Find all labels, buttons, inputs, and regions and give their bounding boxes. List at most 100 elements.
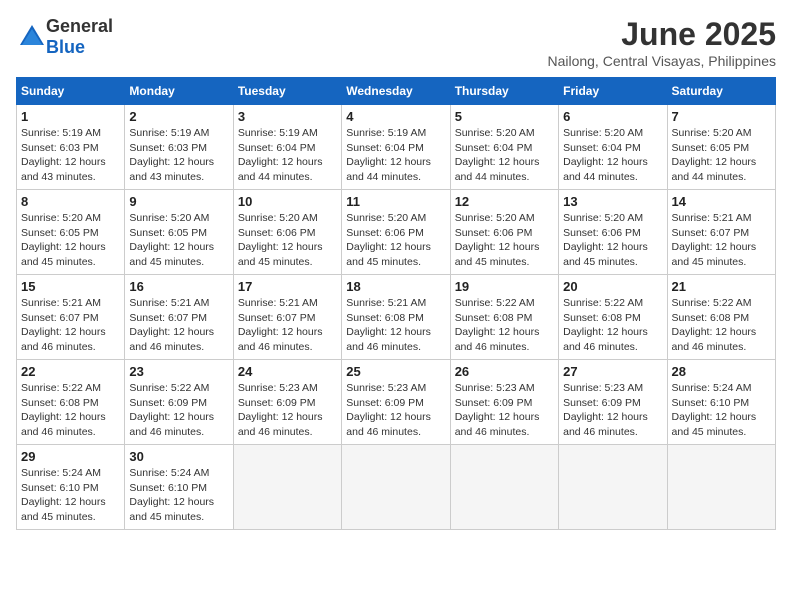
calendar-cell: 4 Sunrise: 5:19 AM Sunset: 6:04 PM Daylig… <box>342 105 450 190</box>
day-info: Sunrise: 5:21 AM Sunset: 6:07 PM Dayligh… <box>672 211 771 270</box>
day-number: 7 <box>672 109 771 124</box>
day-info: Sunrise: 5:22 AM Sunset: 6:08 PM Dayligh… <box>455 296 554 355</box>
day-info: Sunrise: 5:23 AM Sunset: 6:09 PM Dayligh… <box>346 381 445 440</box>
calendar-cell <box>450 445 558 530</box>
calendar-cell: 15Sunrise: 5:21 AM Sunset: 6:07 PM Dayli… <box>17 275 125 360</box>
logo-text: General Blue <box>46 16 113 58</box>
week-row-3: 15Sunrise: 5:21 AM Sunset: 6:07 PM Dayli… <box>17 275 776 360</box>
calendar-cell: 21 Sunrise: 5:22 AM Sunset: 6:08 PM Dayli… <box>667 275 775 360</box>
day-info: Sunrise: 5:20 AM Sunset: 6:04 PM Dayligh… <box>563 126 662 185</box>
day-number: 25 <box>346 364 445 379</box>
day-info: Sunrise: 5:19 AM Sunset: 6:04 PM Dayligh… <box>346 126 445 185</box>
day-number: 12 <box>455 194 554 209</box>
day-info: Sunrise: 5:20 AM Sunset: 6:06 PM Dayligh… <box>346 211 445 270</box>
calendar-cell <box>233 445 341 530</box>
day-info: Sunrise: 5:23 AM Sunset: 6:09 PM Dayligh… <box>455 381 554 440</box>
title-area: June 2025 Nailong, Central Visayas, Phil… <box>547 16 776 69</box>
day-number: 19 <box>455 279 554 294</box>
day-number: 28 <box>672 364 771 379</box>
day-number: 16 <box>129 279 228 294</box>
day-number: 22 <box>21 364 120 379</box>
day-info: Sunrise: 5:20 AM Sunset: 6:06 PM Dayligh… <box>455 211 554 270</box>
calendar-cell: 17 Sunrise: 5:21 AM Sunset: 6:07 PM Dayli… <box>233 275 341 360</box>
calendar-cell: 29 Sunrise: 5:24 AM Sunset: 6:10 PM Dayli… <box>17 445 125 530</box>
day-info: Sunrise: 5:22 AM Sunset: 6:09 PM Dayligh… <box>129 381 228 440</box>
calendar-cell: 19 Sunrise: 5:22 AM Sunset: 6:08 PM Dayli… <box>450 275 558 360</box>
calendar-cell: 7 Sunrise: 5:20 AM Sunset: 6:05 PM Daylig… <box>667 105 775 190</box>
day-info: Sunrise: 5:23 AM Sunset: 6:09 PM Dayligh… <box>563 381 662 440</box>
day-info: Sunrise: 5:19 AM Sunset: 6:03 PM Dayligh… <box>21 126 120 185</box>
header-saturday: Saturday <box>667 78 775 105</box>
calendar-cell: 30Sunrise: 5:24 AM Sunset: 6:10 PM Dayli… <box>125 445 233 530</box>
header-monday: Monday <box>125 78 233 105</box>
logo-icon <box>18 23 46 51</box>
day-info: Sunrise: 5:19 AM Sunset: 6:03 PM Dayligh… <box>129 126 228 185</box>
calendar-cell: 23 Sunrise: 5:22 AM Sunset: 6:09 PM Dayli… <box>125 360 233 445</box>
calendar-cell <box>342 445 450 530</box>
calendar-cell: 5 Sunrise: 5:20 AM Sunset: 6:04 PM Daylig… <box>450 105 558 190</box>
calendar-cell: 11 Sunrise: 5:20 AM Sunset: 6:06 PM Dayli… <box>342 190 450 275</box>
day-number: 3 <box>238 109 337 124</box>
calendar-cell: 16 Sunrise: 5:21 AM Sunset: 6:07 PM Dayli… <box>125 275 233 360</box>
day-info: Sunrise: 5:20 AM Sunset: 6:05 PM Dayligh… <box>672 126 771 185</box>
day-info: Sunrise: 5:21 AM Sunset: 6:07 PM Dayligh… <box>238 296 337 355</box>
day-number: 21 <box>672 279 771 294</box>
calendar-cell: 20Sunrise: 5:22 AM Sunset: 6:08 PM Dayli… <box>559 275 667 360</box>
day-number: 24 <box>238 364 337 379</box>
day-number: 14 <box>672 194 771 209</box>
calendar-cell: 3 Sunrise: 5:19 AM Sunset: 6:04 PM Daylig… <box>233 105 341 190</box>
header-wednesday: Wednesday <box>342 78 450 105</box>
day-number: 5 <box>455 109 554 124</box>
day-number: 30 <box>129 449 228 464</box>
day-info: Sunrise: 5:20 AM Sunset: 6:05 PM Dayligh… <box>129 211 228 270</box>
day-number: 13 <box>563 194 662 209</box>
day-info: Sunrise: 5:21 AM Sunset: 6:07 PM Dayligh… <box>129 296 228 355</box>
day-number: 29 <box>21 449 120 464</box>
header-tuesday: Tuesday <box>233 78 341 105</box>
day-number: 26 <box>455 364 554 379</box>
header-friday: Friday <box>559 78 667 105</box>
calendar-cell: 2 Sunrise: 5:19 AM Sunset: 6:03 PM Daylig… <box>125 105 233 190</box>
day-info: Sunrise: 5:20 AM Sunset: 6:04 PM Dayligh… <box>455 126 554 185</box>
calendar-cell: 22 Sunrise: 5:22 AM Sunset: 6:08 PM Dayli… <box>17 360 125 445</box>
day-number: 17 <box>238 279 337 294</box>
day-number: 11 <box>346 194 445 209</box>
day-number: 23 <box>129 364 228 379</box>
calendar-cell: 6 Sunrise: 5:20 AM Sunset: 6:04 PM Daylig… <box>559 105 667 190</box>
day-info: Sunrise: 5:21 AM Sunset: 6:07 PM Dayligh… <box>21 296 120 355</box>
day-info: Sunrise: 5:24 AM Sunset: 6:10 PM Dayligh… <box>672 381 771 440</box>
calendar-cell: 18Sunrise: 5:21 AM Sunset: 6:08 PM Dayli… <box>342 275 450 360</box>
day-number: 9 <box>129 194 228 209</box>
calendar-cell: 10Sunrise: 5:20 AM Sunset: 6:06 PM Dayli… <box>233 190 341 275</box>
calendar-cell: 1Sunrise: 5:19 AM Sunset: 6:03 PM Daylig… <box>17 105 125 190</box>
day-info: Sunrise: 5:21 AM Sunset: 6:08 PM Dayligh… <box>346 296 445 355</box>
day-info: Sunrise: 5:24 AM Sunset: 6:10 PM Dayligh… <box>21 466 120 525</box>
day-number: 4 <box>346 109 445 124</box>
calendar-cell: 9 Sunrise: 5:20 AM Sunset: 6:05 PM Daylig… <box>125 190 233 275</box>
calendar-cell: 14 Sunrise: 5:21 AM Sunset: 6:07 PM Dayli… <box>667 190 775 275</box>
calendar: Sunday Monday Tuesday Wednesday Thursday… <box>16 77 776 530</box>
calendar-cell: 12 Sunrise: 5:20 AM Sunset: 6:06 PM Dayli… <box>450 190 558 275</box>
day-number: 6 <box>563 109 662 124</box>
week-row-1: 1Sunrise: 5:19 AM Sunset: 6:03 PM Daylig… <box>17 105 776 190</box>
day-info: Sunrise: 5:20 AM Sunset: 6:06 PM Dayligh… <box>563 211 662 270</box>
day-info: Sunrise: 5:20 AM Sunset: 6:05 PM Dayligh… <box>21 211 120 270</box>
day-info: Sunrise: 5:22 AM Sunset: 6:08 PM Dayligh… <box>672 296 771 355</box>
location: Nailong, Central Visayas, Philippines <box>547 53 776 69</box>
day-number: 27 <box>563 364 662 379</box>
calendar-header-row: Sunday Monday Tuesday Wednesday Thursday… <box>17 78 776 105</box>
header: General Blue June 2025 Nailong, Central … <box>16 16 776 69</box>
calendar-cell: 27 Sunrise: 5:23 AM Sunset: 6:09 PM Dayli… <box>559 360 667 445</box>
week-row-5: 29 Sunrise: 5:24 AM Sunset: 6:10 PM Dayli… <box>17 445 776 530</box>
calendar-cell <box>559 445 667 530</box>
day-info: Sunrise: 5:22 AM Sunset: 6:08 PM Dayligh… <box>21 381 120 440</box>
calendar-cell: 8 Sunrise: 5:20 AM Sunset: 6:05 PM Daylig… <box>17 190 125 275</box>
header-thursday: Thursday <box>450 78 558 105</box>
calendar-cell: 26 Sunrise: 5:23 AM Sunset: 6:09 PM Dayli… <box>450 360 558 445</box>
week-row-2: 8 Sunrise: 5:20 AM Sunset: 6:05 PM Daylig… <box>17 190 776 275</box>
logo-general: General <box>46 16 113 36</box>
day-info: Sunrise: 5:19 AM Sunset: 6:04 PM Dayligh… <box>238 126 337 185</box>
day-number: 8 <box>21 194 120 209</box>
day-number: 2 <box>129 109 228 124</box>
logo: General Blue <box>16 16 113 58</box>
